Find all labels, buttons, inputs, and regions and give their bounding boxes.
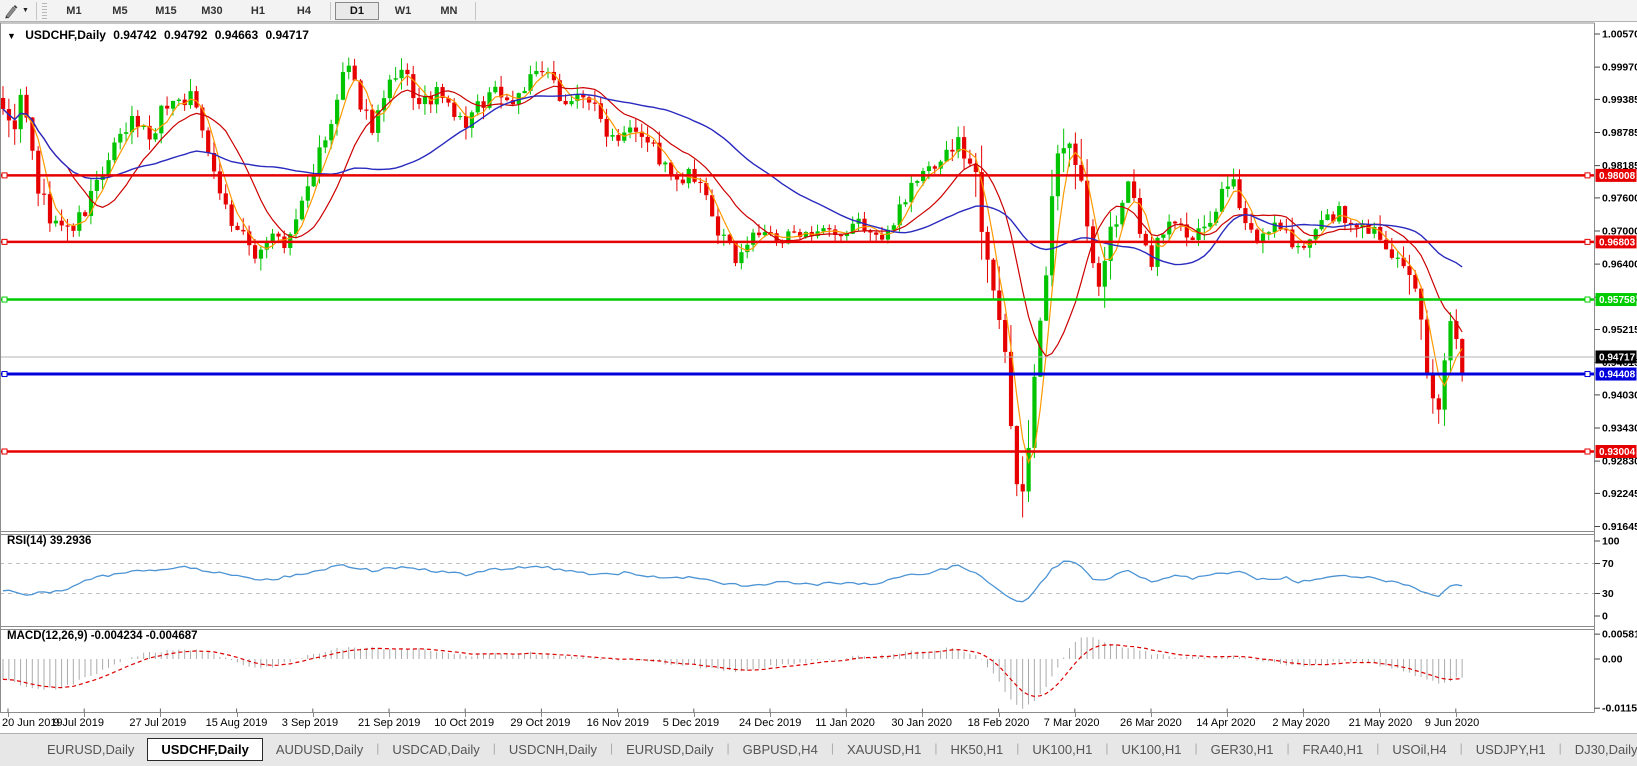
tab-ger30-h1[interactable]: GER30,H1 — [1198, 739, 1287, 760]
timeframe-button-h1[interactable]: H1 — [236, 2, 280, 20]
tab-hk50-h1[interactable]: HK50,H1 — [937, 739, 1016, 760]
tab-fra40-h1[interactable]: FRA40,H1 — [1290, 739, 1377, 760]
tab-audusd-daily[interactable]: AUDUSD,Daily — [263, 739, 376, 760]
date-label: 21 Sep 2019 — [358, 717, 421, 729]
date-label: 10 Oct 2019 — [434, 717, 495, 729]
date-label: 21 May 2020 — [1348, 717, 1413, 729]
macd-indicator-label: MACD(12,26,9) -0.004234 -0.004687 — [7, 630, 198, 642]
svg-text:100: 100 — [1602, 536, 1620, 548]
tab-uk100-h1[interactable]: UK100,H1 — [1108, 739, 1194, 760]
date-label: 24 Dec 2019 — [739, 717, 802, 729]
drawing-tool-button[interactable]: ▼ — [0, 0, 33, 22]
date-label: 26 Mar 2020 — [1120, 717, 1182, 729]
ohlc-high: 0.94792 — [164, 28, 208, 42]
tab-uk100-h1[interactable]: UK100,H1 — [1019, 739, 1105, 760]
timeframe-buttons: M1 M5 M15 M30 H1 H4 D1 W1 MN — [51, 1, 479, 20]
tab-gbpusd-h4[interactable]: GBPUSD,H4 — [730, 739, 831, 760]
tab-eurusd-daily[interactable]: EURUSD,Daily — [613, 739, 726, 760]
pencil-icon — [5, 4, 18, 18]
mt4-chart-window: ▼ M1 M5 M15 M30 H1 H4 D1 W1 MN ▼ USDCHF,Daily 0.… — [0, 0, 1637, 766]
date-label: 29 Oct 2019 — [510, 717, 571, 729]
svg-text:30: 30 — [1602, 588, 1614, 600]
date-label: 11 Jan 2020 — [815, 717, 875, 729]
toolbar-separator — [474, 1, 476, 20]
date-label: 18 Feb 2020 — [967, 717, 1030, 729]
toolbar-separator — [329, 1, 331, 20]
date-label: 14 Apr 2020 — [1196, 717, 1256, 729]
tab-usoil-h4[interactable]: USOil,H4 — [1379, 739, 1459, 760]
symbol-name: USDCHF,Daily — [25, 28, 106, 42]
toolbar-separator — [35, 1, 37, 20]
svg-text:0.93004: 0.93004 — [1599, 447, 1636, 458]
date-label: 9 Jun 2020 — [1424, 717, 1480, 729]
svg-text:0.94030: 0.94030 — [1602, 389, 1637, 401]
ohlc-close: 0.94717 — [265, 28, 309, 42]
date-label: 3 Sep 2019 — [281, 717, 339, 729]
svg-text:0.91645: 0.91645 — [1602, 521, 1637, 533]
chart-toolbar: ▼ M1 M5 M15 M30 H1 H4 D1 W1 MN — [0, 0, 1637, 22]
timeframe-button-m30[interactable]: M30 — [190, 2, 234, 20]
date-label: 27 Jul 2019 — [129, 717, 187, 729]
timeframe-button-d1[interactable]: D1 — [334, 1, 379, 20]
svg-text:0.99385: 0.99385 — [1602, 94, 1637, 106]
svg-text:-0.011514: -0.011514 — [1602, 703, 1637, 713]
timeframe-button-w1[interactable]: W1 — [381, 2, 425, 20]
svg-text:0.92245: 0.92245 — [1602, 488, 1637, 500]
svg-text:70: 70 — [1602, 558, 1614, 570]
timeframe-button-mn[interactable]: MN — [427, 2, 471, 20]
date-label: 30 Jan 2020 — [891, 717, 952, 729]
chart-canvas[interactable]: 1.005700.999700.993850.987850.981850.976… — [0, 22, 1637, 713]
tab-usdchf-daily[interactable]: USDCHF,Daily — [147, 738, 263, 761]
date-label: 5 Dec 2019 — [662, 717, 720, 729]
svg-text:0.99970: 0.99970 — [1602, 62, 1637, 74]
svg-text:0.95758: 0.95758 — [1599, 295, 1636, 306]
date-axis: 20 Jun 2019 9 Jul 2019 27 Jul 2019 15 Aug 2… — [0, 713, 1637, 733]
svg-text:0.93430: 0.93430 — [1602, 423, 1637, 435]
svg-text:0.96400: 0.96400 — [1602, 259, 1637, 271]
svg-text:0.98008: 0.98008 — [1599, 171, 1636, 182]
chart-title: ▼ USDCHF,Daily 0.94742 0.94792 0.94663 0… — [7, 28, 313, 42]
date-label: 7 Mar 2020 — [1043, 717, 1100, 729]
tab-usdjpy-h1[interactable]: USDJPY,H1 — [1463, 739, 1559, 760]
svg-text:0.95215: 0.95215 — [1602, 324, 1637, 336]
chart-tabs: EURUSD,Daily USDCHF,Daily AUDUSD,Daily | USD… — [34, 734, 1637, 766]
svg-text:0.94408: 0.94408 — [1599, 370, 1636, 381]
svg-text:0.97600: 0.97600 — [1602, 192, 1637, 204]
date-label: 2 May 2020 — [1272, 717, 1330, 729]
symbol-dropdown-icon[interactable]: ▼ — [7, 31, 16, 41]
chart-tab-bar: EURUSD,Daily USDCHF,Daily AUDUSD,Daily | USD… — [0, 733, 1637, 766]
tab-dj30-daily[interactable]: DJ30,Daily — [1562, 739, 1637, 760]
dropdown-caret-icon: ▼ — [22, 7, 29, 14]
timeframe-button-m15[interactable]: M15 — [144, 2, 188, 20]
svg-text:0.96803: 0.96803 — [1599, 237, 1636, 248]
svg-text:1.00570: 1.00570 — [1602, 29, 1637, 41]
timeframe-button-m1[interactable]: M1 — [52, 2, 96, 20]
svg-text:0.98785: 0.98785 — [1602, 127, 1637, 139]
ohlc-open: 0.94742 — [113, 28, 157, 42]
date-label: 15 Aug 2019 — [205, 717, 268, 729]
svg-text:0: 0 — [1602, 611, 1608, 623]
svg-text:0.94717: 0.94717 — [1599, 352, 1636, 363]
date-label: 9 Jul 2019 — [53, 717, 104, 729]
timeframe-button-m5[interactable]: M5 — [98, 2, 142, 20]
tab-usdcad-daily[interactable]: USDCAD,Daily — [379, 739, 492, 760]
tab-usdcnh-daily[interactable]: USDCNH,Daily — [496, 739, 610, 760]
rsi-indicator-label: RSI(14) 39.2936 — [7, 535, 92, 547]
date-label: 16 Nov 2019 — [586, 717, 649, 729]
svg-text:0.005818: 0.005818 — [1602, 629, 1637, 641]
tab-eurusd-daily[interactable]: EURUSD,Daily — [34, 739, 147, 760]
ohlc-low: 0.94663 — [214, 28, 259, 42]
timeframe-button-h4[interactable]: H4 — [282, 2, 326, 20]
svg-text:0.00: 0.00 — [1602, 654, 1623, 666]
tab-xauusd-h1[interactable]: XAUUSD,H1 — [834, 739, 934, 760]
toolbar-grip[interactable] — [41, 2, 47, 19]
